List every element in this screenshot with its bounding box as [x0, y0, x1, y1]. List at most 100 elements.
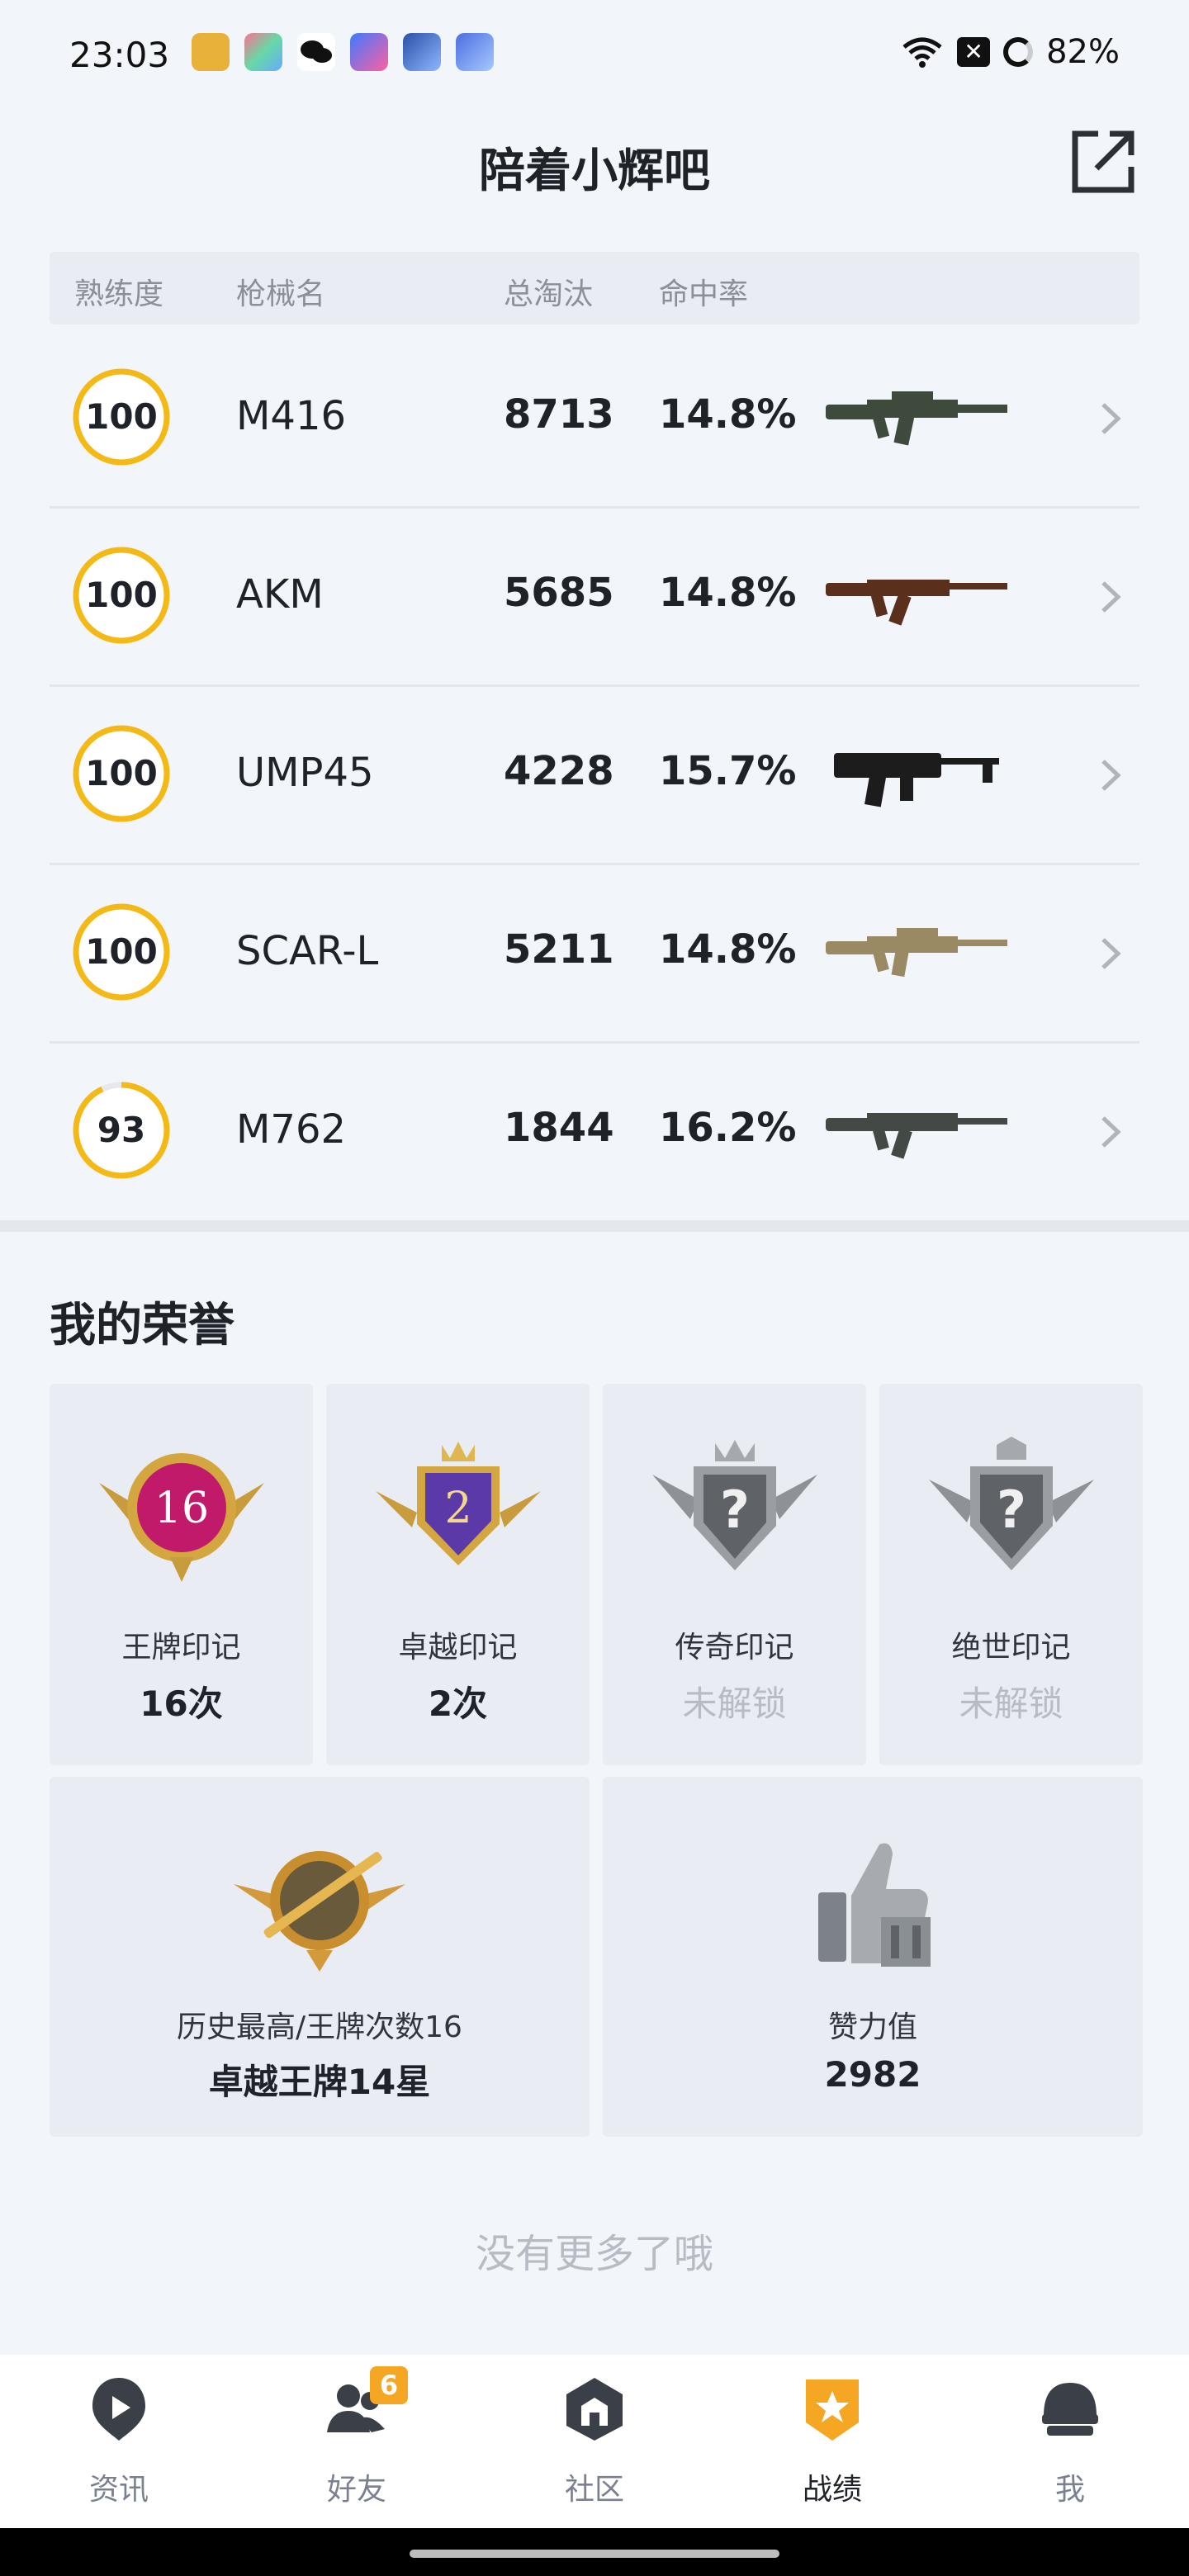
honor-label: 传奇印记: [675, 1631, 794, 1664]
honor-card-ace[interactable]: 16 王牌印记 16次: [50, 1384, 313, 1765]
col-total-kills: 总淘汰: [504, 277, 594, 311]
tab-community[interactable]: 社区: [476, 2355, 713, 2528]
weapon-name: M762: [236, 1106, 347, 1153]
page-title: 陪着小辉吧: [479, 144, 710, 198]
weapon-accuracy: 16.2%: [659, 1105, 797, 1151]
stat-label: 历史最高/王牌次数16: [177, 2010, 462, 2044]
proficiency-value: 100: [85, 396, 158, 437]
ace-emblem-icon: 16: [99, 1453, 264, 1582]
weapon-row[interactable]: 100 M416 8713 14.8%: [50, 330, 1139, 509]
chevron-right-icon: [1101, 938, 1121, 969]
wechat-icon: [297, 33, 335, 71]
honor-stats: 历史最高/王牌次数16 卓越王牌14星 赞力值 2982: [50, 1777, 1143, 2137]
proficiency-ring: 100: [71, 723, 172, 824]
weapon-row[interactable]: 100 UMP45 4228 15.7%: [50, 687, 1139, 865]
weapon-kills: 4228: [504, 748, 614, 794]
weapon-accuracy: 15.7%: [659, 748, 797, 794]
bottom-tab-bar: 资讯 6 好友 社区 战绩 我: [0, 2355, 1189, 2528]
smg-image: [834, 753, 999, 807]
end-of-list-note: 没有更多了哦: [475, 2231, 713, 2277]
weapon-table-header: 熟练度 枪械名 总淘汰 命中率: [50, 252, 1139, 324]
rank-emblem-icon: [234, 1851, 405, 1972]
proficiency-value: 100: [85, 753, 158, 793]
tab-record[interactable]: 战绩: [713, 2355, 951, 2528]
wifi-icon: [902, 37, 942, 68]
proficiency-ring: 93: [71, 1080, 172, 1181]
svg-text:16: 16: [154, 1484, 209, 1533]
weapon-kills: 8713: [504, 391, 614, 438]
weapon-row[interactable]: 100 SCAR-L 5211 14.8%: [50, 865, 1139, 1044]
thumbs-up-icon: [818, 1843, 931, 1967]
excellent-emblem-icon: 2: [376, 1442, 541, 1565]
tab-label: 社区: [564, 2473, 624, 2507]
page-header: 陪着小辉吧: [0, 116, 1189, 215]
app-notification-icon: [244, 33, 282, 71]
col-accuracy: 命中率: [659, 277, 749, 311]
weapon-name: UMP45: [236, 750, 374, 796]
weapon-accuracy: 14.8%: [659, 391, 797, 438]
proficiency-value: 100: [85, 931, 158, 972]
weapon-list: 100 M416 8713 14.8% 100 AKM 5685 14.8% 1…: [50, 330, 1139, 1219]
weapon-kills: 5211: [504, 926, 614, 973]
proficiency-value: 100: [85, 575, 158, 615]
community-icon: [566, 2378, 623, 2441]
notification-icons: [192, 33, 494, 71]
system-indicators: ✕ 82%: [901, 33, 1120, 71]
chevron-right-icon: [1101, 403, 1121, 434]
tab-label: 战绩: [802, 2473, 862, 2507]
system-nav-bar: [0, 2528, 1189, 2576]
rifle-image: [826, 391, 1007, 446]
honor-card-excellent[interactable]: 2 卓越印记 2次: [326, 1384, 590, 1765]
col-weapon-name: 枪械名: [236, 277, 326, 311]
battery-ring-icon: [1003, 37, 1034, 67]
stat-value: 卓越王牌14星: [208, 2062, 431, 2102]
news-icon: [92, 2378, 145, 2441]
weapon-name: SCAR-L: [236, 928, 379, 974]
record-icon: [806, 2379, 859, 2441]
tab-profile[interactable]: 我: [951, 2355, 1189, 2528]
honor-value: 未解锁: [959, 1683, 1063, 1724]
svg-text:?: ?: [997, 1480, 1026, 1540]
weapon-kills: 5685: [504, 570, 614, 616]
honor-label: 王牌印记: [121, 1631, 241, 1664]
proficiency-ring: 100: [71, 367, 172, 467]
honor-cards: 16 王牌印记 16次 2 卓越印记 2次 ? 传奇印记 未解锁 ? 绝世印记 …: [50, 1384, 1143, 1765]
likes-card[interactable]: 赞力值 2982: [603, 1777, 1143, 2137]
rifle-image: [826, 580, 1007, 626]
stat-value: 2982: [824, 2054, 921, 2095]
weapon-row[interactable]: 93 M762 1844 16.2%: [50, 1044, 1139, 1219]
honor-card-unrivaled[interactable]: ? 绝世印记 未解锁: [879, 1384, 1143, 1765]
proficiency-ring: 100: [71, 545, 172, 646]
locked-emblem-icon: ?: [652, 1440, 817, 1570]
share-button[interactable]: [1068, 127, 1138, 197]
proficiency-ring: 100: [71, 902, 172, 1002]
profile-icon: [1042, 2383, 1098, 2436]
locked-emblem-icon: ?: [929, 1437, 1094, 1570]
tab-friends[interactable]: 6 好友: [238, 2355, 476, 2528]
app-notification-icon: [456, 33, 494, 71]
chevron-right-icon: [1101, 760, 1121, 791]
rifle-image: [826, 928, 1007, 978]
honor-value: 2次: [428, 1683, 488, 1724]
svg-text:2: 2: [444, 1484, 471, 1533]
proficiency-value: 93: [97, 1110, 146, 1150]
tab-label: 我: [1054, 2473, 1085, 2507]
weapon-name: AKM: [236, 571, 324, 618]
weapon-name: M416: [236, 393, 347, 439]
status-bar: 23:03 ✕ 82%: [0, 0, 1189, 107]
stat-label: 赞力值: [827, 2010, 917, 2044]
home-indicator[interactable]: [410, 2550, 779, 2558]
weapon-kills: 1844: [504, 1105, 614, 1151]
honors-section-title: 我的荣誉: [50, 1299, 234, 1352]
status-time: 23:03: [69, 35, 170, 75]
highest-rank-card[interactable]: 历史最高/王牌次数16 卓越王牌14星: [50, 1777, 590, 2137]
honor-card-legend[interactable]: ? 传奇印记 未解锁: [603, 1384, 866, 1765]
chevron-right-icon: [1101, 581, 1121, 613]
honor-label: 卓越印记: [398, 1631, 518, 1664]
weapon-row[interactable]: 100 AKM 5685 14.8%: [50, 509, 1139, 687]
tab-label: 资讯: [88, 2473, 149, 2507]
honor-label: 绝世印记: [951, 1631, 1071, 1664]
weapon-accuracy: 14.8%: [659, 570, 797, 616]
share-icon: [1072, 130, 1135, 193]
tab-news[interactable]: 资讯: [0, 2355, 238, 2528]
